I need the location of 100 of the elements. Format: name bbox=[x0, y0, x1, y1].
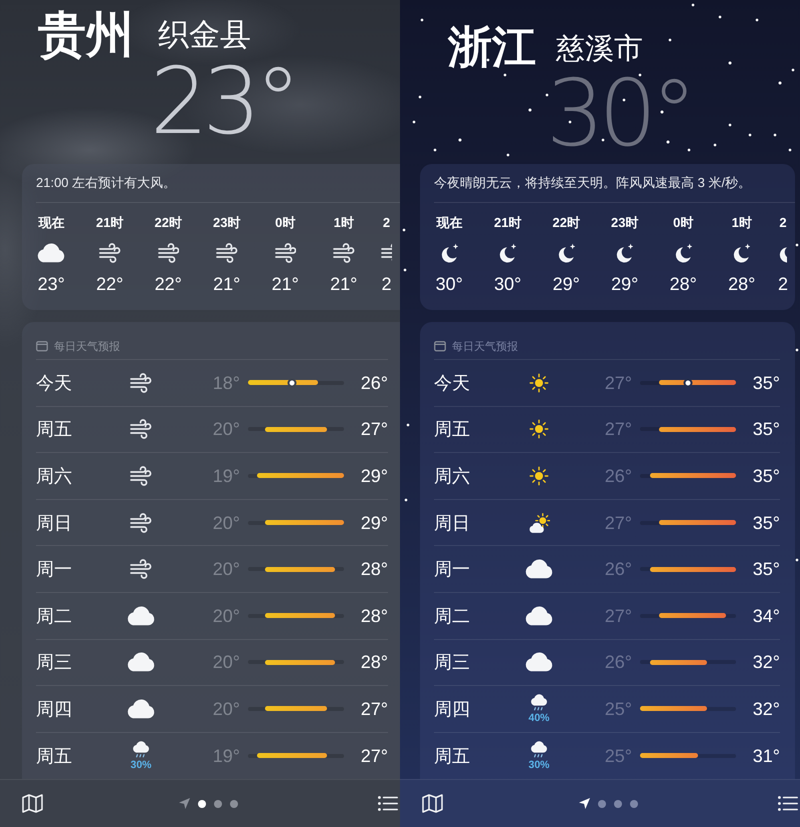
day-label: 周三 bbox=[434, 651, 471, 674]
low-temperature: 26° bbox=[604, 651, 632, 674]
wind-icon bbox=[381, 243, 392, 263]
crescent-moon-icon bbox=[558, 243, 575, 263]
list-button[interactable] bbox=[378, 796, 398, 811]
hour-label: 1时 bbox=[732, 215, 752, 231]
high-temperature: 32° bbox=[752, 698, 780, 720]
page-dot-icon[interactable] bbox=[230, 800, 238, 808]
high-temperature: 31° bbox=[752, 744, 780, 767]
province-name: 浙江 bbox=[448, 24, 536, 72]
temperature-range-fill bbox=[265, 706, 327, 712]
day-label: 今天 bbox=[434, 372, 471, 394]
sun-behind-cloud-icon bbox=[528, 512, 550, 533]
page-dot-icon[interactable] bbox=[630, 800, 638, 808]
high-temperature: 28° bbox=[360, 651, 388, 674]
hour-label: 21时 bbox=[96, 215, 124, 231]
day-label: 周三 bbox=[36, 651, 73, 674]
calendar-icon bbox=[36, 341, 48, 352]
hour-temperature: 28° bbox=[728, 273, 756, 295]
crescent-moon-icon bbox=[733, 243, 750, 263]
map-button[interactable] bbox=[22, 794, 43, 813]
temperature-range-fill bbox=[248, 380, 318, 386]
hour-label: 22时 bbox=[154, 215, 182, 231]
wind-icon bbox=[216, 243, 238, 263]
day-label: 周日 bbox=[434, 512, 471, 534]
cloud-icon bbox=[524, 559, 554, 580]
hour-label: 0时 bbox=[275, 215, 296, 231]
map-button[interactable] bbox=[422, 794, 443, 813]
low-temperature: 25° bbox=[604, 698, 632, 720]
low-temperature: 27° bbox=[604, 372, 632, 394]
high-temperature: 26° bbox=[360, 372, 388, 394]
low-temperature: 20° bbox=[212, 604, 240, 627]
hour-label: 22时 bbox=[552, 215, 580, 231]
temperature-range-fill bbox=[256, 753, 327, 758]
map-icon bbox=[22, 794, 43, 813]
page-dot-icon[interactable] bbox=[614, 800, 622, 808]
high-temperature: 35° bbox=[752, 418, 780, 440]
forecast-summary-text: 今夜晴朗无云，将持续至天明。阵风风速最高 3 米/秒。 bbox=[433, 174, 752, 191]
high-temperature: 35° bbox=[752, 372, 780, 394]
hour-temperature: 22° bbox=[154, 273, 182, 295]
hour-temperature: 21° bbox=[213, 273, 240, 295]
page-dot-icon[interactable] bbox=[598, 800, 606, 808]
day-label: 周五 bbox=[36, 744, 73, 767]
high-temperature: 29° bbox=[360, 512, 388, 534]
day-label: 今天 bbox=[36, 372, 73, 394]
list-icon bbox=[378, 796, 398, 811]
cloud-icon bbox=[126, 606, 156, 626]
daily-forecast-title: 每日天气预报 bbox=[54, 340, 120, 354]
page-dot-icon[interactable] bbox=[198, 800, 206, 808]
low-temperature: 26° bbox=[604, 558, 632, 580]
sun-icon bbox=[529, 419, 549, 440]
high-temperature: 27° bbox=[360, 698, 388, 720]
wind-icon bbox=[333, 243, 354, 263]
low-temperature: 25° bbox=[604, 744, 632, 767]
temperature-range-fill bbox=[265, 426, 327, 432]
wind-icon bbox=[158, 243, 179, 263]
temperature-range-fill bbox=[659, 613, 726, 618]
daily-forecast-title: 每日天气预报 bbox=[452, 340, 518, 354]
high-temperature: 35° bbox=[752, 512, 780, 534]
low-temperature: 20° bbox=[212, 512, 240, 534]
hour-label: 现在 bbox=[436, 215, 462, 231]
day-label: 周日 bbox=[36, 512, 73, 534]
day-label: 周五 bbox=[434, 744, 471, 767]
forecast-summary-text: 21:00 左右预计有大风。 bbox=[35, 174, 178, 191]
low-temperature: 27° bbox=[604, 604, 632, 627]
low-temperature: 20° bbox=[212, 558, 240, 580]
day-label: 周五 bbox=[434, 418, 471, 440]
high-temperature: 32° bbox=[752, 651, 780, 674]
precipitation-chance: 40% bbox=[528, 712, 550, 724]
hour-label: 23时 bbox=[213, 215, 240, 231]
wind-icon bbox=[130, 372, 152, 393]
day-label: 周四 bbox=[434, 698, 471, 720]
list-icon bbox=[778, 796, 798, 811]
hour-temperature: 29° bbox=[552, 273, 580, 295]
city-name: 慈溪市 bbox=[556, 32, 643, 66]
list-button[interactable] bbox=[778, 796, 798, 811]
calendar-icon bbox=[434, 341, 446, 352]
cloud-icon bbox=[524, 652, 554, 672]
low-temperature: 20° bbox=[212, 698, 240, 720]
sun-icon bbox=[529, 466, 549, 486]
current-temperature-marker bbox=[287, 378, 296, 388]
sun-icon bbox=[529, 372, 549, 393]
high-temperature: 27° bbox=[360, 744, 388, 767]
rain-cloud-icon bbox=[530, 694, 548, 711]
hour-temperature: 22° bbox=[96, 273, 124, 295]
province-name: 贵州 bbox=[38, 10, 134, 62]
hour-label: 21时 bbox=[494, 215, 522, 231]
temperature-range-fill bbox=[265, 660, 336, 665]
hour-label: 23时 bbox=[611, 215, 638, 231]
temperature-range-fill bbox=[265, 566, 336, 572]
crescent-moon-icon bbox=[499, 243, 516, 263]
rain-cloud-icon bbox=[530, 740, 548, 758]
hour-label: 2 bbox=[382, 215, 390, 231]
wind-icon bbox=[274, 243, 296, 263]
day-label: 周五 bbox=[36, 418, 73, 440]
page-dot-icon[interactable] bbox=[214, 800, 222, 808]
location-arrow-icon[interactable] bbox=[578, 798, 590, 809]
day-label: 周一 bbox=[434, 558, 471, 580]
hour-temperature: 29° bbox=[611, 273, 638, 295]
crescent-moon-icon bbox=[616, 243, 634, 263]
